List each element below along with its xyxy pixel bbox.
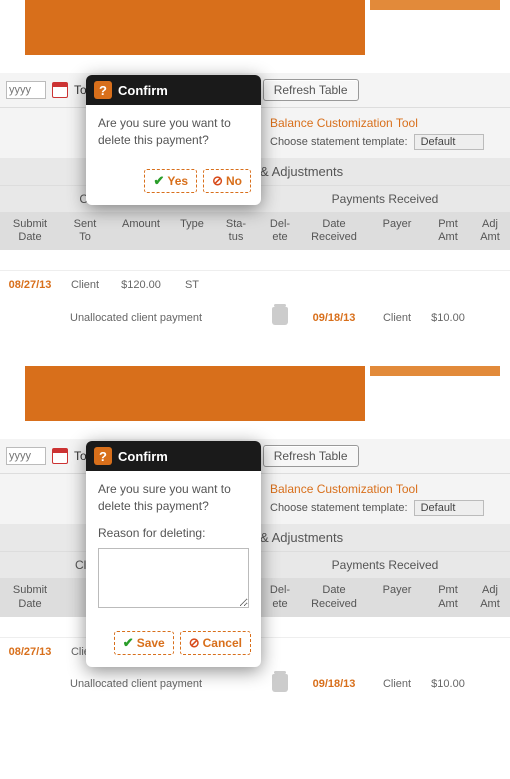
- dialog-header: ? Confirm: [86, 441, 261, 471]
- balance-title: Balance Customization Tool: [270, 116, 502, 130]
- pmt-amt-value: $10.00: [426, 312, 470, 324]
- col-submit-date: Submit Date: [0, 212, 60, 250]
- screenshot-block-b: To Refresh Table Balance Customization T…: [0, 366, 510, 702]
- date-received-link[interactable]: 09/18/13: [300, 312, 368, 324]
- col-amount: Amount: [110, 212, 172, 250]
- orange-accent: [370, 366, 500, 376]
- confirm-dialog: ? Confirm Are you sure you want to delet…: [86, 441, 261, 666]
- col-pmt-amt: Pmt Amt: [426, 578, 470, 616]
- trash-icon[interactable]: [272, 307, 288, 325]
- dialog-message: Are you sure you want to delete this pay…: [98, 115, 249, 149]
- balance-title: Balance Customization Tool: [270, 482, 502, 496]
- col-delete: Del- ete: [260, 578, 300, 616]
- unallocated-label: Unallocated client payment: [60, 312, 260, 324]
- yes-button[interactable]: ✔Yes: [144, 169, 197, 193]
- screenshot-block-a: To Refresh Table Balance Customization T…: [0, 0, 510, 336]
- col-payer: Payer: [368, 212, 426, 250]
- col-status: Sta- tus: [212, 212, 260, 250]
- question-icon: ?: [94, 447, 112, 465]
- save-button[interactable]: ✔Save: [114, 631, 174, 655]
- check-icon: ✔: [123, 635, 134, 651]
- col-submit-date: Submit Date: [0, 578, 60, 616]
- dialog-title: Confirm: [118, 83, 168, 98]
- orange-banner: [25, 0, 365, 55]
- statement-template-select[interactable]: Default: [414, 500, 484, 516]
- pmt-amt-value: $10.00: [426, 678, 470, 690]
- table-row: Unallocated client payment 09/18/13 Clie…: [0, 299, 510, 336]
- question-icon: ?: [94, 81, 112, 99]
- section-title-text: & Adjustments: [260, 164, 343, 179]
- table-row: 08/27/13 Client $120.00 ST: [0, 270, 510, 299]
- refresh-table-button[interactable]: Refresh Table: [263, 79, 359, 101]
- group-payments-received: Payments Received: [260, 552, 510, 578]
- dialog-header: ? Confirm: [86, 75, 261, 105]
- toolbar-to-label: To: [74, 83, 87, 97]
- sent-to-value: Client: [60, 279, 110, 291]
- refresh-table-button[interactable]: Refresh Table: [263, 445, 359, 467]
- group-payments-received: Payments Received: [260, 186, 510, 212]
- cancel-label: Cancel: [203, 636, 242, 650]
- col-type: Type: [172, 212, 212, 250]
- section-title-text: & Adjustments: [260, 530, 343, 545]
- col-payer: Payer: [368, 578, 426, 616]
- calendar-icon[interactable]: [52, 82, 68, 98]
- amount-value: $120.00: [110, 279, 172, 291]
- payer-value: Client: [368, 678, 426, 690]
- col-date-received: Date Received: [300, 578, 368, 616]
- submit-date-link[interactable]: 08/27/13: [0, 646, 60, 658]
- check-icon: ✔: [153, 173, 164, 189]
- table-row: Unallocated client payment 09/18/13 Clie…: [0, 666, 510, 703]
- save-label: Save: [137, 636, 165, 650]
- col-pmt-amt: Pmt Amt: [426, 212, 470, 250]
- col-adj-amt: Adj Amt: [470, 212, 510, 250]
- col-date-received: Date Received: [300, 212, 368, 250]
- unallocated-label: Unallocated client payment: [60, 678, 260, 690]
- toolbar-to-label: To: [74, 449, 87, 463]
- submit-date-link[interactable]: 08/27/13: [0, 279, 60, 291]
- dialog-message: Are you sure you want to delete this pay…: [98, 481, 249, 515]
- type-value: ST: [172, 279, 212, 291]
- cancel-icon: ⊘: [189, 635, 200, 651]
- column-header-row: Submit Date Sent To Amount Type Sta- tus…: [0, 212, 510, 250]
- orange-banner: [25, 366, 365, 421]
- cancel-button[interactable]: ⊘Cancel: [180, 631, 251, 655]
- col-sent-to: Sent To: [60, 212, 110, 250]
- confirm-dialog: ? Confirm Are you sure you want to delet…: [86, 75, 261, 205]
- trash-icon[interactable]: [272, 674, 288, 692]
- dialog-title: Confirm: [118, 449, 168, 464]
- no-button[interactable]: ⊘No: [203, 169, 251, 193]
- statement-template-label: Choose statement template:: [270, 502, 408, 514]
- reason-textarea[interactable]: [98, 548, 249, 608]
- orange-accent: [370, 0, 500, 10]
- year-input[interactable]: [6, 81, 46, 99]
- date-received-link[interactable]: 09/18/13: [300, 678, 368, 690]
- col-delete: Del- ete: [260, 212, 300, 250]
- payer-value: Client: [368, 312, 426, 324]
- calendar-icon[interactable]: [52, 448, 68, 464]
- no-label: No: [226, 174, 242, 188]
- year-input[interactable]: [6, 447, 46, 465]
- col-adj-amt: Adj Amt: [470, 578, 510, 616]
- statement-template-label: Choose statement template:: [270, 136, 408, 148]
- yes-label: Yes: [167, 174, 188, 188]
- statement-template-select[interactable]: Default: [414, 134, 484, 150]
- reason-label: Reason for deleting:: [98, 525, 249, 542]
- no-icon: ⊘: [212, 173, 223, 189]
